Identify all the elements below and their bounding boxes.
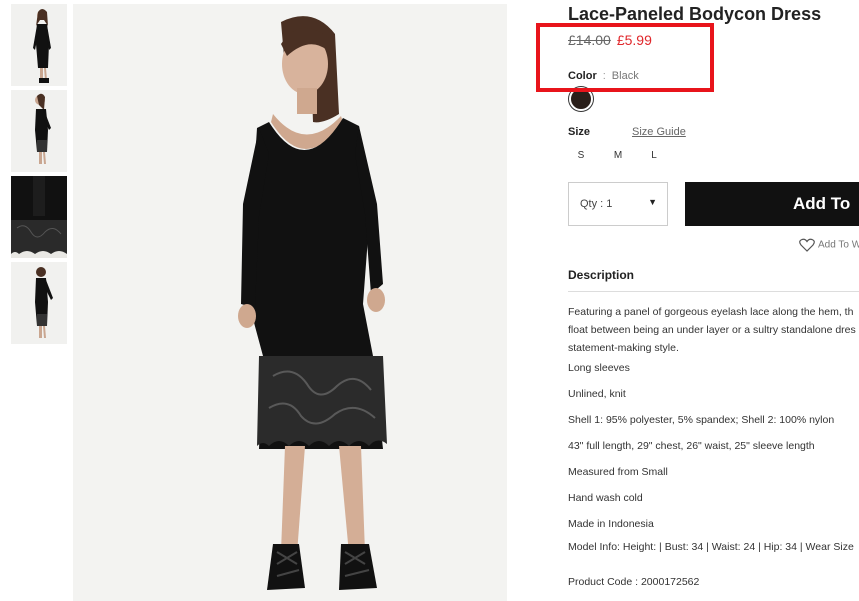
detail-item: Shell 1: 95% polyester, 5% spandex; Shel…	[568, 414, 835, 426]
thumbnail-back[interactable]	[11, 262, 67, 344]
wishlist-label: Add To W	[818, 239, 859, 251]
add-to-bag-button[interactable]: Add To	[685, 182, 859, 226]
detail-item: 43" full length, 29" chest, 26" waist, 2…	[568, 440, 815, 452]
description-divider	[568, 291, 859, 292]
product-code: Product Code : 2000172562	[568, 576, 700, 588]
description-heading: Description	[568, 268, 635, 282]
add-to-wishlist-link[interactable]: Add To W	[799, 238, 859, 252]
size-label: Size	[568, 126, 591, 138]
size-option-l[interactable]: L	[646, 150, 662, 161]
product-title: Lace-Paneled Bodycon Dress	[568, 4, 822, 24]
thumbnail-lace-detail[interactable]	[11, 176, 67, 258]
heart-icon	[799, 238, 815, 252]
highlight-box	[536, 23, 714, 92]
size-guide-link[interactable]: Size Guide	[632, 126, 686, 138]
thumbnail-front[interactable]	[11, 4, 67, 86]
size-option-s[interactable]: S	[573, 150, 589, 161]
quantity-label: Qty : 1	[580, 198, 613, 210]
description-line: Featuring a panel of gorgeous eyelash la…	[568, 306, 854, 318]
product-main-image[interactable]	[73, 4, 507, 601]
detail-item: Hand wash cold	[568, 492, 643, 504]
size-option-m[interactable]: M	[610, 150, 626, 161]
detail-item: Long sleeves	[568, 362, 630, 374]
caret-down-icon: ▼	[648, 197, 657, 207]
detail-item: Made in Indonesia	[568, 518, 654, 530]
description-line: float between being an under layer or a …	[568, 324, 856, 336]
thumbnail-side[interactable]	[11, 90, 67, 172]
detail-item: Measured from Small	[568, 466, 668, 478]
description-line: statement-making style.	[568, 342, 679, 354]
quantity-select[interactable]: Qty : 1 ▼	[568, 182, 668, 226]
model-info: Model Info: Height: | Bust: 34 | Waist: …	[568, 541, 854, 553]
description-paragraph: Featuring a panel of gorgeous eyelash la…	[568, 303, 859, 357]
detail-item: Unlined, knit	[568, 388, 626, 400]
